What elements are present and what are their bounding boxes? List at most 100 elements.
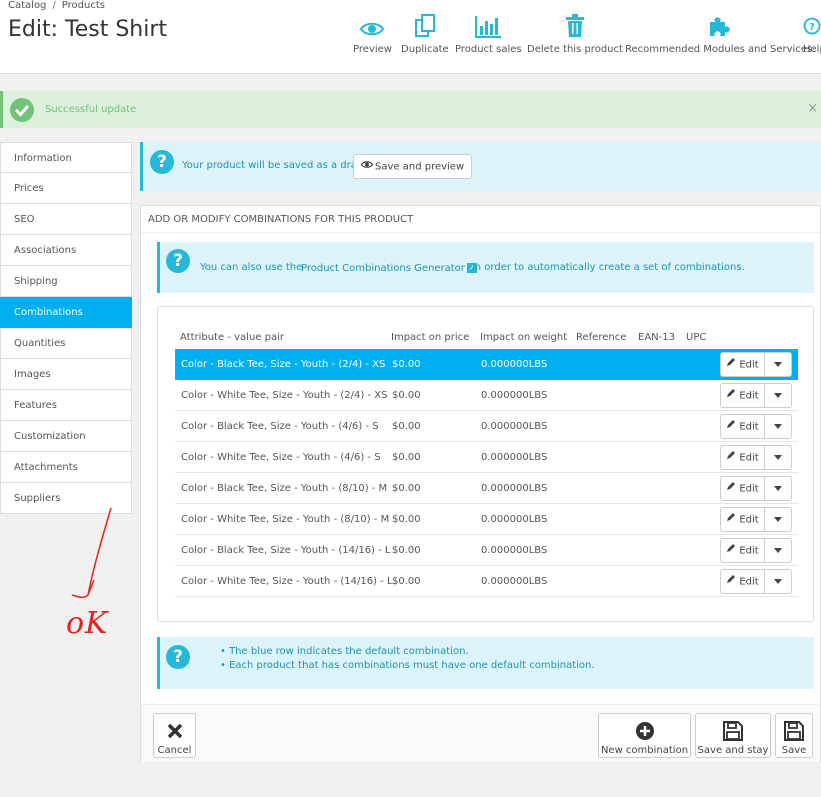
generator-info-after: in order to automatically create a set o…	[472, 262, 745, 273]
breadcrumb-catalog[interactable]: Catalog	[8, 0, 46, 11]
generator-link[interactable]: Product Combinations Generator ↗	[301, 263, 477, 274]
row-actions-dropdown[interactable]	[765, 353, 791, 376]
question-icon: ?	[150, 150, 174, 174]
caret-down-icon	[774, 452, 782, 463]
edit-button[interactable]: Edit	[721, 570, 765, 593]
row-actions: Edit	[720, 445, 792, 470]
row-actions-dropdown[interactable]	[765, 570, 791, 593]
cell-price: $0.00	[392, 359, 421, 370]
table-row[interactable]: Color - White Tee, Size - Youth - (14/16…	[175, 566, 798, 597]
edit-label: Edit	[739, 452, 759, 464]
close-alert-button[interactable]: ×	[807, 101, 818, 116]
note-item: Each product that has combinations must …	[220, 659, 594, 673]
cell-attribute: Color - Black Tee, Size - Youth - (14/16…	[181, 545, 391, 556]
tab-prices[interactable]: Prices	[0, 173, 132, 204]
product-sales-button[interactable]: Product sales	[455, 8, 522, 55]
svg-text:?: ?	[809, 22, 815, 33]
pencil-icon	[726, 508, 736, 531]
edit-label: Edit	[739, 483, 759, 495]
edit-button[interactable]: Edit	[721, 415, 765, 438]
new-combination-button[interactable]: New combination	[598, 713, 691, 758]
save-button[interactable]: Save	[775, 713, 813, 758]
tab-attachments[interactable]: Attachments	[0, 452, 132, 483]
table-row[interactable]: Color - White Tee, Size - Youth - (2/4) …	[175, 380, 798, 411]
cell-attribute: Color - White Tee, Size - Youth - (4/6) …	[181, 452, 381, 463]
row-actions: Edit	[720, 414, 792, 439]
edit-label: Edit	[739, 390, 759, 402]
recommended-modules-button[interactable]: Recommended Modules and Services	[625, 8, 812, 55]
row-actions-dropdown[interactable]	[765, 446, 791, 469]
table-row[interactable]: Color - Black Tee, Size - Youth - (14/16…	[175, 535, 798, 566]
product-sales-label: Product sales	[455, 44, 522, 55]
caret-down-icon	[774, 545, 782, 556]
tab-customization[interactable]: Customization	[0, 421, 132, 452]
tab-information[interactable]: Information	[0, 142, 132, 173]
table-row[interactable]: Color - Black Tee, Size - Youth - (4/6) …	[175, 411, 798, 442]
page-title: Edit: Test Shirt	[8, 17, 168, 42]
row-actions-dropdown[interactable]	[765, 508, 791, 531]
cancel-button[interactable]: Cancel	[153, 713, 196, 758]
cell-price: $0.00	[392, 483, 421, 494]
page-header: Catalog / Products Edit: Test Shirt Previe…	[0, 0, 821, 74]
tab-quantities[interactable]: Quantities	[0, 328, 132, 359]
cell-attribute: Color - Black Tee, Size - Youth - (4/6) …	[181, 421, 379, 432]
cell-attribute: Color - White Tee, Size - Youth - (8/10)…	[181, 514, 390, 525]
combinations-table: Attribute - value pair Impact on price I…	[157, 306, 814, 622]
row-actions: Edit	[720, 383, 792, 408]
tab-associations[interactable]: Associations	[0, 235, 132, 266]
row-actions: Edit	[720, 352, 792, 377]
edit-button[interactable]: Edit	[721, 539, 765, 562]
row-actions-dropdown[interactable]	[765, 477, 791, 500]
column-header-attribute: Attribute - value pair	[180, 332, 284, 343]
default-combination-note: ? The blue row indicates the default com…	[157, 637, 814, 689]
row-actions-dropdown[interactable]	[765, 539, 791, 562]
pencil-icon	[726, 477, 736, 500]
row-actions-dropdown[interactable]	[765, 415, 791, 438]
tab-features[interactable]: Features	[0, 390, 132, 421]
table-row[interactable]: Color - White Tee, Size - Youth - (8/10)…	[175, 504, 798, 535]
delete-product-label: Delete this product	[527, 44, 623, 55]
edit-button[interactable]: Edit	[721, 508, 765, 531]
table-row[interactable]: Color - White Tee, Size - Youth - (4/6) …	[175, 442, 798, 473]
close-icon	[154, 719, 195, 743]
tab-seo[interactable]: SEO	[0, 204, 132, 235]
save-and-preview-button[interactable]: Save and preview	[353, 154, 473, 179]
duplicate-button[interactable]: Duplicate	[401, 8, 449, 55]
tab-shipping[interactable]: Shipping	[0, 266, 132, 297]
floppy-disk-icon	[776, 719, 812, 743]
generator-link-label: Product Combinations Generator	[301, 263, 465, 274]
cell-price: $0.00	[392, 390, 421, 401]
save-and-stay-button[interactable]: Save and stay	[695, 713, 771, 758]
row-actions-dropdown[interactable]	[765, 384, 791, 407]
question-icon: ?	[166, 645, 190, 669]
table-row-default[interactable]: Color - Black Tee, Size - Youth - (2/4) …	[175, 349, 798, 380]
tab-images[interactable]: Images	[0, 359, 132, 390]
edit-button[interactable]: Edit	[721, 446, 765, 469]
row-actions: Edit	[720, 507, 792, 532]
bar-chart-icon	[455, 8, 522, 38]
save-label: Save	[781, 745, 807, 756]
column-header-reference: Reference	[576, 332, 627, 343]
delete-product-button[interactable]: Delete this product	[527, 8, 623, 55]
edit-button[interactable]: Edit	[721, 353, 765, 376]
product-tabs: Information Prices SEO Associations Ship…	[0, 142, 132, 514]
cell-weight: 0.000000LBS	[481, 576, 548, 587]
pencil-icon	[726, 570, 736, 593]
tab-combinations[interactable]: Combinations	[0, 297, 132, 328]
cell-price: $0.00	[392, 452, 421, 463]
cell-attribute: Color - White Tee, Size - Youth - (14/16…	[181, 576, 393, 587]
eye-icon	[360, 155, 374, 178]
preview-button[interactable]: Preview	[353, 8, 392, 55]
eye-icon	[353, 8, 392, 38]
edit-button[interactable]: Edit	[721, 384, 765, 407]
panel-footer: Cancel New combination Save and stay Sav…	[141, 704, 820, 762]
recommended-modules-label: Recommended Modules and Services	[625, 44, 813, 55]
breadcrumb-products[interactable]: Products	[62, 0, 105, 11]
edit-button[interactable]: Edit	[721, 477, 765, 500]
help-icon: ?	[803, 8, 821, 38]
table-row[interactable]: Color - Black Tee, Size - Youth - (8/10)…	[175, 473, 798, 504]
cell-weight: 0.000000LBS	[481, 514, 548, 525]
save-and-preview-label: Save and preview	[375, 161, 465, 173]
check-circle-icon	[10, 98, 34, 122]
help-button[interactable]: ? Help	[803, 8, 821, 55]
